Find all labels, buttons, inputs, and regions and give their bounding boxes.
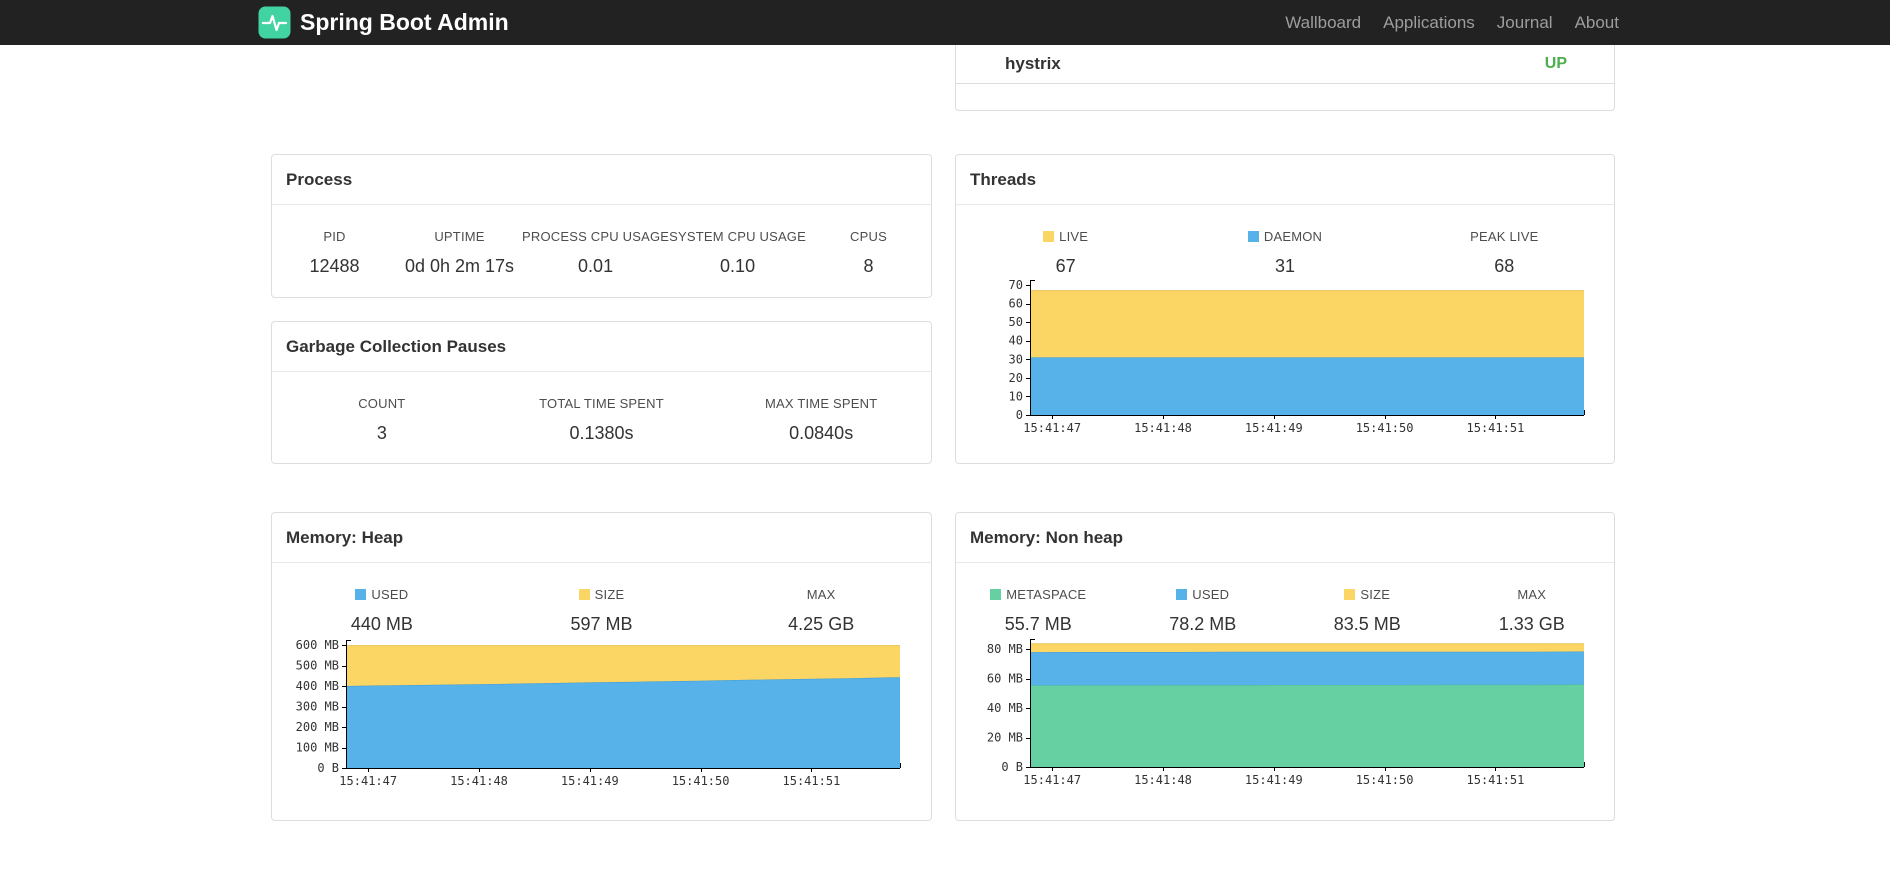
- threads-chart-svg: 70 60 50 40 30 20 10 015:41:47 15:41:48 15:41:49 1…: [1009, 278, 1585, 435]
- spring-boot-admin-logo-icon: [258, 6, 291, 39]
- svg-text:60: 60: [1009, 297, 1023, 311]
- nav-links: Wallboard Applications Journal About: [1274, 13, 1619, 33]
- application-status-card: hystrix UP: [955, 45, 1615, 111]
- stat-uptime: UPTIME 0d 0h 2m 17s: [404, 229, 515, 276]
- svg-text:40: 40: [1009, 334, 1023, 348]
- stat-gc-count: COUNT 3: [358, 396, 406, 443]
- gc-stats: COUNT 3 TOTAL TIME SPENT 0.1380s MAX TIM…: [272, 372, 931, 444]
- svg-text:15:41:47: 15:41:47: [339, 774, 397, 788]
- svg-text:0 B: 0 B: [317, 761, 339, 775]
- stat-cpus: CPUS 8: [850, 229, 887, 276]
- svg-text:15:41:48: 15:41:48: [1134, 773, 1192, 787]
- legend-heap-max: MAX 4.25 GB: [788, 587, 855, 634]
- nav-about[interactable]: About: [1564, 13, 1619, 33]
- svg-text:15:41:50: 15:41:50: [1356, 773, 1414, 787]
- nonheap-memory-chart: 80 MB 60 MB 40 MB 20 MB 0 B 15:41:47 15:41:48 1…: [956, 635, 1614, 793]
- svg-text:15:41:49: 15:41:49: [1245, 421, 1303, 435]
- brand-title: Spring Boot Admin: [300, 9, 509, 35]
- svg-text:60 MB: 60 MB: [987, 672, 1023, 686]
- stat-process-cpu-usage: PROCESS CPU USAGE 0.01: [522, 229, 670, 276]
- legend-live: LIVE 67: [956, 229, 1175, 277]
- heap-card-title: Memory: Heap: [272, 513, 931, 563]
- process-card-title: Process: [272, 155, 931, 205]
- svg-text:20: 20: [1009, 371, 1023, 385]
- navbar: Spring Boot Admin Wallboard Applications…: [0, 0, 1890, 45]
- threads-chart: 70 60 50 40 30 20 10 0 15:41:47 15:41:48 15:41:49 1…: [956, 277, 1614, 441]
- svg-text:15:41:49: 15:41:49: [561, 774, 619, 788]
- svg-text:400 MB: 400 MB: [296, 679, 339, 693]
- legend-nonheap-size: SIZE 83.5 MB: [1333, 587, 1401, 634]
- nav-wallboard[interactable]: Wallboard: [1274, 13, 1372, 33]
- svg-text:200 MB: 200 MB: [296, 720, 339, 734]
- nonheap-card-title: Memory: Non heap: [956, 513, 1614, 563]
- legend-heap-used: USED 440 MB: [350, 587, 413, 634]
- svg-text:15:41:48: 15:41:48: [1134, 421, 1192, 435]
- legend-metaspace: METASPACE 55.7 MB: [956, 587, 1121, 635]
- svg-text:15:41:48: 15:41:48: [450, 774, 508, 788]
- svg-text:50: 50: [1009, 315, 1023, 329]
- nonheap-size-swatch: [1344, 589, 1356, 600]
- gc-card-title: Garbage Collection Pauses: [272, 322, 931, 372]
- legend-daemon: DAEMON 31: [1175, 229, 1394, 277]
- legend-peak-live: PEAK LIVE 68: [1470, 229, 1539, 276]
- status-badge: UP: [1544, 55, 1567, 72]
- svg-text:70: 70: [1009, 278, 1023, 292]
- svg-text:600 MB: 600 MB: [296, 638, 339, 652]
- nonheap-chart-svg: 80 MB 60 MB 40 MB 20 MB 0 B15:41:47 15:41:48 1…: [987, 638, 1585, 787]
- svg-text:0: 0: [1016, 408, 1023, 422]
- heap-memory-chart: 600 MB 500 MB 400 MB 300 MB 200 MB 100 MB 0 B1…: [272, 635, 931, 794]
- svg-text:100 MB: 100 MB: [296, 741, 339, 755]
- stat-gc-total-time: TOTAL TIME SPENT 0.1380s: [539, 396, 664, 443]
- brand[interactable]: Spring Boot Admin: [258, 6, 509, 39]
- stat-gc-max-time: MAX TIME SPENT 0.0840s: [765, 396, 878, 443]
- metaspace-swatch: [990, 589, 1002, 600]
- svg-text:15:41:51: 15:41:51: [1467, 773, 1525, 787]
- svg-text:15:41:49: 15:41:49: [1245, 773, 1303, 787]
- svg-text:20 MB: 20 MB: [987, 731, 1023, 745]
- nav-applications[interactable]: Applications: [1372, 13, 1486, 33]
- threads-card-title: Threads: [956, 155, 1614, 205]
- left-column: Process PID 12488 UPTIME 0d 0h 2m 17s PR…: [271, 45, 932, 821]
- daemon-swatch: [1247, 231, 1259, 242]
- svg-text:80 MB: 80 MB: [987, 642, 1023, 656]
- svg-text:15:41:51: 15:41:51: [1467, 421, 1525, 435]
- application-name: hystrix: [1005, 54, 1061, 73]
- process-stats: PID 12488 UPTIME 0d 0h 2m 17s PROCESS CP…: [272, 205, 931, 277]
- status-row-hystrix[interactable]: hystrix UP: [956, 45, 1614, 84]
- memory-heap-card: Memory: Heap USED 440 MB SIZE 597 MB MAX…: [271, 512, 932, 821]
- svg-text:15:41:50: 15:41:50: [672, 774, 730, 788]
- legend-nonheap-max: MAX 1.33 GB: [1498, 587, 1565, 634]
- svg-text:15:41:47: 15:41:47: [1023, 421, 1081, 435]
- gc-pauses-card: Garbage Collection Pauses COUNT 3 TOTAL …: [271, 321, 932, 464]
- main-content: Process PID 12488 UPTIME 0d 0h 2m 17s PR…: [0, 45, 1890, 821]
- svg-text:15:41:50: 15:41:50: [1356, 421, 1414, 435]
- nav-journal[interactable]: Journal: [1486, 13, 1564, 33]
- threads-legend: LIVE 67 DAEMON 31 PEAK LIVE 68: [956, 205, 1614, 277]
- nonheap-legend: METASPACE 55.7 MB USED 78.2 MB SIZE 83.5…: [956, 563, 1614, 635]
- legend-nonheap-used: USED 78.2 MB: [1169, 587, 1237, 634]
- live-swatch: [1043, 231, 1055, 242]
- svg-text:15:41:47: 15:41:47: [1023, 773, 1081, 787]
- nonheap-used-swatch: [1176, 589, 1188, 600]
- svg-text:500 MB: 500 MB: [296, 659, 339, 673]
- memory-nonheap-card: Memory: Non heap METASPACE 55.7 MB USED …: [955, 512, 1615, 821]
- stat-pid: PID 12488: [309, 229, 360, 276]
- threads-card: Threads LIVE 67 DAEMON 31 PEAK LIVE 68 7…: [955, 154, 1615, 464]
- svg-text:40 MB: 40 MB: [987, 701, 1023, 715]
- heap-legend: USED 440 MB SIZE 597 MB MAX 4.25 GB: [272, 563, 931, 635]
- svg-text:0 B: 0 B: [1001, 760, 1023, 774]
- svg-text:15:41:51: 15:41:51: [783, 774, 841, 788]
- stat-system-cpu-usage: SYSTEM CPU USAGE 0.10: [669, 229, 806, 276]
- heap-chart-svg: 600 MB500 MB400 MB300 MB200 MB100 MB0 B1…: [296, 638, 901, 788]
- heap-used-swatch: [355, 589, 367, 600]
- legend-heap-size: SIZE 597 MB: [570, 587, 633, 634]
- svg-text:10: 10: [1009, 389, 1023, 403]
- svg-text:300 MB: 300 MB: [296, 700, 339, 714]
- process-card: Process PID 12488 UPTIME 0d 0h 2m 17s PR…: [271, 154, 932, 298]
- heap-size-swatch: [578, 589, 590, 600]
- right-column: hystrix UP Threads LIVE 67 DAEMON 31 PEA…: [955, 45, 1615, 821]
- svg-text:30: 30: [1009, 352, 1023, 366]
